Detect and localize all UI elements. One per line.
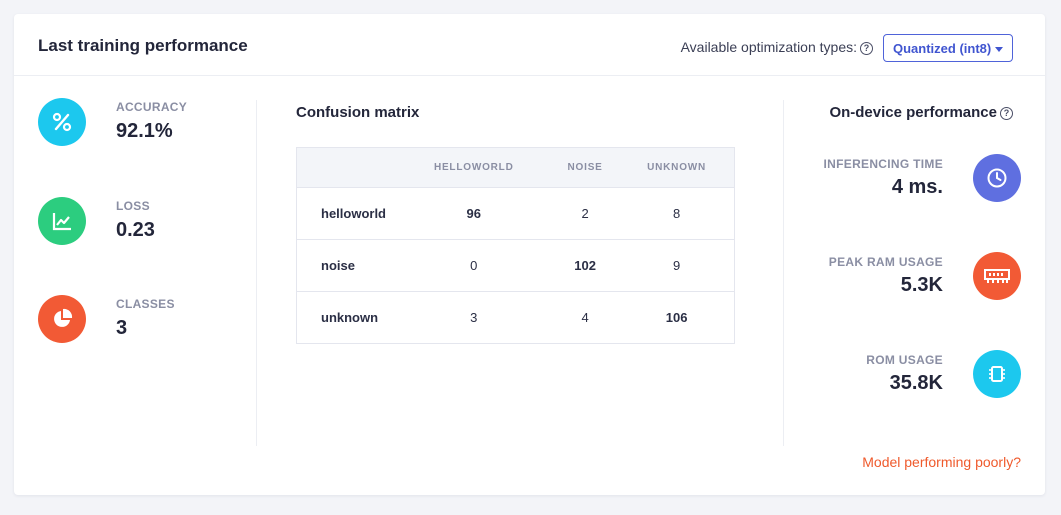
metric-value: 3 — [116, 317, 128, 339]
perf-peak-ram: PEAK RAM USAGE 5.3K — [801, 252, 1021, 302]
training-performance-card: Last training performance Available opti… — [14, 14, 1045, 495]
metric-value: 92.1% — [116, 120, 173, 142]
confusion-matrix-title: Confusion matrix — [296, 104, 420, 121]
optimization-label-text: Available optimization types: — [680, 39, 857, 55]
perf-value: 35.8K — [889, 372, 943, 394]
table-cell: 9 — [619, 239, 735, 292]
percent-icon — [38, 98, 86, 146]
optimization-label: Available optimization types:? — [681, 39, 873, 55]
help-icon[interactable]: ? — [860, 42, 873, 55]
row-label: helloworld — [296, 187, 397, 240]
column-header: HELLOWORLD — [396, 147, 552, 188]
table-header-row: HELLOWORLD NOISE UNKNOWN — [296, 147, 735, 188]
perf-label: ROM USAGE — [866, 353, 943, 367]
perf-label: INFERENCING TIME — [823, 157, 943, 171]
card-header: Last training performance Available opti… — [14, 14, 1045, 76]
table-corner — [296, 147, 397, 188]
column-header: UNKNOWN — [619, 147, 735, 188]
metric-label: CLASSES — [116, 297, 175, 311]
on-device-title-text: On-device performance — [829, 104, 997, 121]
perf-rom-usage: ROM USAGE 35.8K — [801, 350, 1021, 400]
row-label: unknown — [321, 310, 379, 325]
clock-icon — [973, 154, 1021, 202]
table-cell: 8 — [619, 187, 735, 240]
table-row: helloworld 96 2 8 — [296, 187, 735, 240]
ram-icon — [973, 252, 1021, 300]
pie-chart-icon — [38, 295, 86, 343]
column-header: NOISE — [551, 147, 620, 188]
on-device-title: On-device performance? — [829, 104, 1013, 121]
confusion-matrix-table: HELLOWORLD NOISE UNKNOWN helloworld 96 2… — [296, 147, 735, 344]
optimization-selected-value: Quantized (int8) — [893, 41, 992, 56]
row-label: noise — [296, 239, 397, 292]
perf-label: PEAK RAM USAGE — [828, 255, 943, 269]
column-divider — [256, 100, 257, 446]
chart-line-icon — [38, 197, 86, 245]
metric-value: 0.23 — [116, 219, 155, 241]
table-cell: 102 — [551, 239, 620, 292]
table-cell: 3 — [470, 310, 478, 325]
table-cell: 0 — [396, 239, 552, 292]
perf-value: 4 ms. — [891, 176, 943, 198]
table-cell: 4 — [581, 310, 589, 325]
table-cell: 2 — [551, 187, 620, 240]
table-cell: 106 — [665, 310, 688, 325]
card-title: Last training performance — [38, 36, 248, 55]
column-divider — [783, 100, 784, 446]
perf-value: 5.3K — [900, 274, 943, 296]
model-performing-poorly-link[interactable]: Model performing poorly? — [862, 454, 1021, 470]
optimization-type-select[interactable]: Quantized (int8) — [883, 34, 1013, 62]
metric-label: LOSS — [116, 199, 150, 213]
table-cell: 96 — [396, 187, 552, 240]
table-row: unknown 3 4 106 — [297, 292, 735, 344]
metric-label: ACCURACY — [116, 100, 188, 114]
perf-inferencing-time: INFERENCING TIME 4 ms. — [801, 154, 1021, 204]
help-icon[interactable]: ? — [1000, 107, 1013, 120]
table-row: noise 0 102 9 — [296, 239, 735, 292]
chip-icon — [973, 350, 1021, 398]
caret-down-icon — [995, 47, 1003, 52]
